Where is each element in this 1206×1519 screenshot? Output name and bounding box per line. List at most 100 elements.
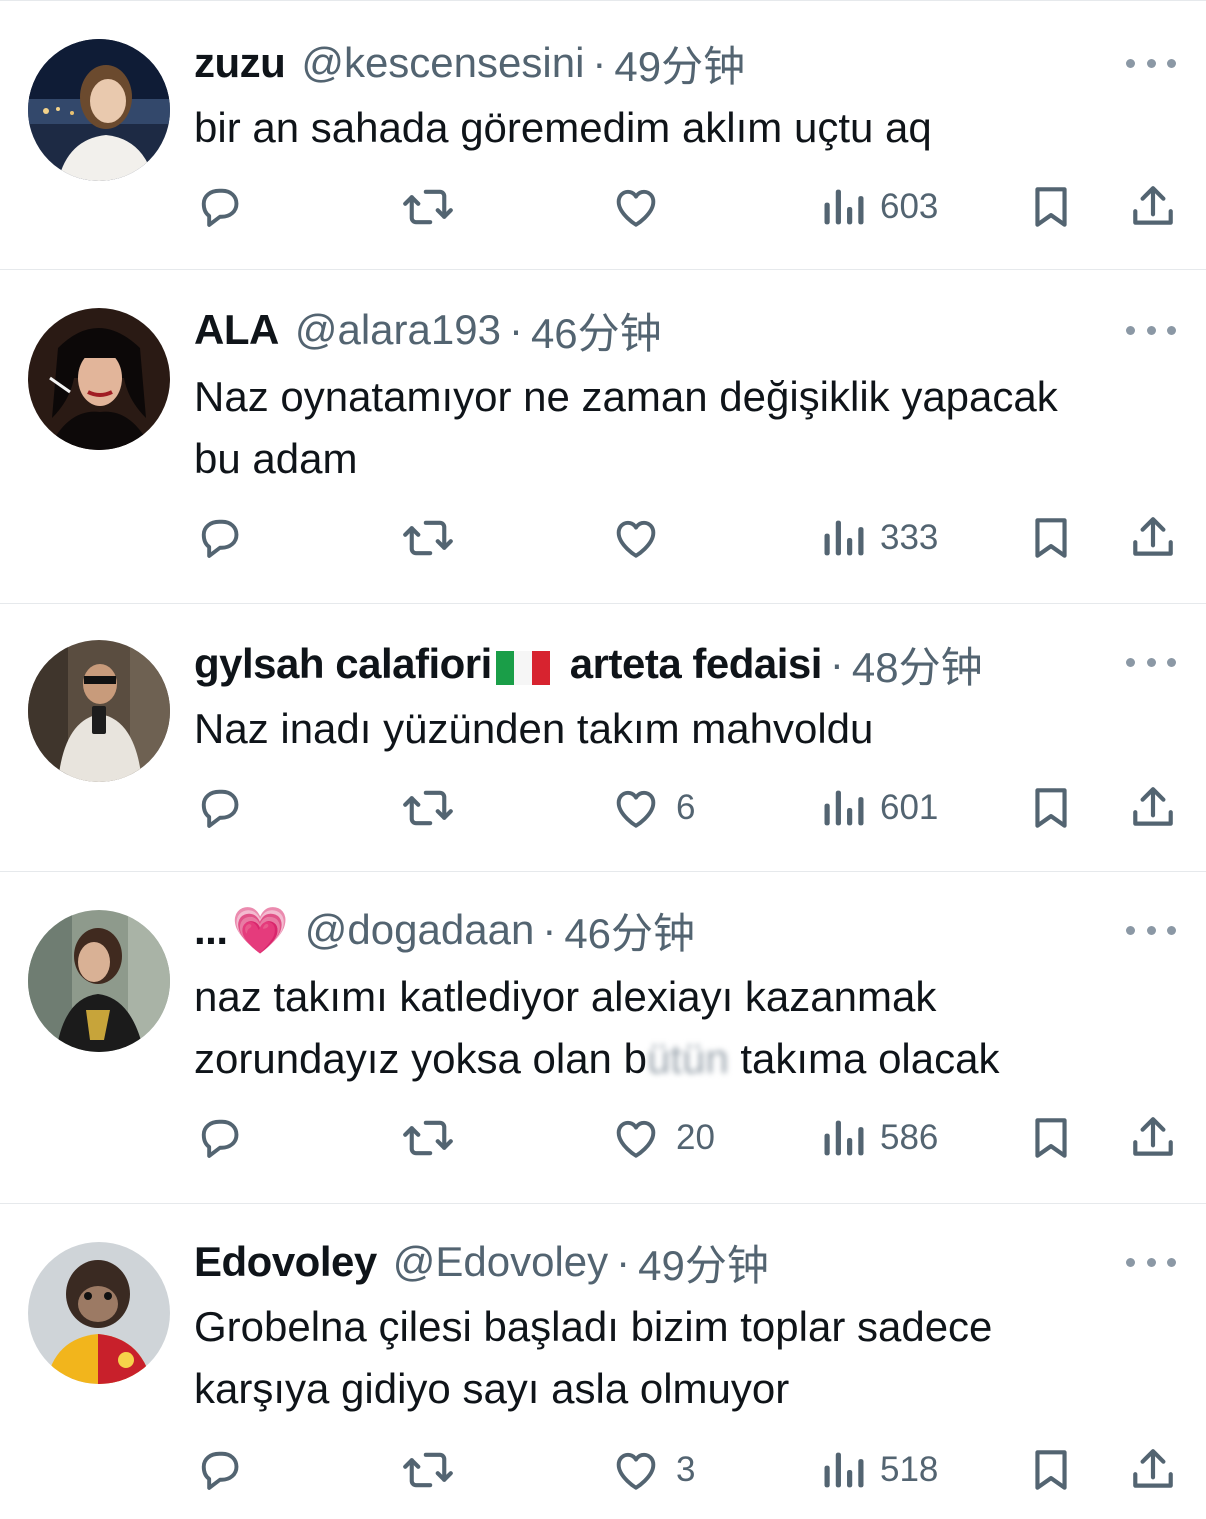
user-handle[interactable]: @alara193 xyxy=(295,306,501,354)
more-options-icon[interactable] xyxy=(1126,920,1176,940)
display-name[interactable]: ... xyxy=(194,906,228,954)
retweet-icon xyxy=(403,520,453,556)
share-icon xyxy=(1133,1449,1173,1488)
share-button[interactable] xyxy=(1128,1442,1178,1498)
more-options-icon[interactable] xyxy=(1126,1252,1176,1272)
tweet-text-line: zorundayız yoksa olan bütün takıma olaca… xyxy=(194,1028,1180,1090)
separator-dot: · xyxy=(592,39,607,86)
action-bar: 3 518 xyxy=(194,1442,1184,1498)
like-button[interactable]: 3 xyxy=(610,1442,695,1498)
tweet-text: Naz inadı yüzünden takım mahvoldu xyxy=(194,698,1180,760)
avatar[interactable] xyxy=(28,910,170,1052)
tweet-text-line: Naz inadı yüzünden takım mahvoldu xyxy=(194,705,874,752)
share-icon xyxy=(1133,787,1173,826)
timestamp[interactable]: 49分钟 xyxy=(638,1232,769,1293)
timestamp[interactable]: 46分钟 xyxy=(564,900,695,961)
more-options-icon[interactable] xyxy=(1126,320,1176,340)
tweet-header: Edovoley @Edovoley · 49分钟 xyxy=(194,1234,769,1290)
heart-icon xyxy=(616,1452,656,1490)
views-bar-chart-icon xyxy=(824,1452,864,1488)
bookmark-icon xyxy=(1035,518,1067,558)
retweet-button[interactable] xyxy=(400,1110,456,1166)
retweet-button[interactable] xyxy=(400,510,456,566)
more-options-icon[interactable] xyxy=(1126,652,1176,672)
tweet[interactable]: zuzu @kescensesini · 49分钟 bir an sahada … xyxy=(0,0,1206,270)
separator-dot: · xyxy=(508,306,523,353)
retweet-icon xyxy=(403,1452,453,1488)
tweet-text-line: Naz oynatamıyor ne zaman değişiklik yapa… xyxy=(194,373,1058,420)
user-handle[interactable]: @dogadaan xyxy=(305,906,535,954)
timestamp[interactable]: 49分钟 xyxy=(614,33,745,94)
avatar[interactable] xyxy=(28,640,170,782)
display-name-suffix[interactable]: arteta fedaisi xyxy=(570,640,823,688)
user-handle[interactable]: @kescensesini xyxy=(301,39,584,87)
tweet[interactable]: gylsah calafiori arteta fedaisi · 48分钟 N… xyxy=(0,604,1206,872)
italy-flag-icon xyxy=(495,647,550,685)
share-button[interactable] xyxy=(1128,510,1178,566)
view-count: 333 xyxy=(880,518,939,557)
tweet[interactable]: ... 💗 @dogadaan · 46分钟 naz takımı katled… xyxy=(0,872,1206,1204)
views-button[interactable]: 601 xyxy=(822,780,938,836)
reply-button[interactable] xyxy=(194,510,246,566)
like-count: 6 xyxy=(676,788,696,827)
reply-button[interactable] xyxy=(194,1442,246,1498)
tweet-text: Grobelna çilesi başladı bizim toplar sad… xyxy=(194,1296,1180,1420)
tweet-text: bir an sahada göremedim aklım uçtu aq xyxy=(194,97,1180,159)
views-button[interactable]: 333 xyxy=(822,510,938,566)
avatar[interactable] xyxy=(28,39,170,181)
view-count: 603 xyxy=(880,187,939,226)
bookmark-button[interactable] xyxy=(1026,1110,1076,1166)
bookmark-button[interactable] xyxy=(1026,179,1076,235)
like-button[interactable] xyxy=(610,179,676,235)
share-button[interactable] xyxy=(1128,780,1178,836)
user-handle[interactable]: @Edovoley xyxy=(393,1238,608,1286)
views-button[interactable]: 586 xyxy=(822,1110,938,1166)
bookmark-button[interactable] xyxy=(1026,780,1076,836)
retweet-button[interactable] xyxy=(400,780,456,836)
tweet-header: ALA @alara193 · 46分钟 xyxy=(194,302,662,358)
retweet-button[interactable] xyxy=(400,179,456,235)
censored-text: ütün xyxy=(646,1035,729,1082)
view-count: 518 xyxy=(880,1450,939,1489)
timestamp[interactable]: 46分钟 xyxy=(531,300,662,361)
tweet-text-line: Grobelna çilesi başladı bizim toplar sad… xyxy=(194,1303,993,1350)
tweet-text: Naz oynatamıyor ne zaman değişiklik yapa… xyxy=(194,366,1180,490)
display-name[interactable]: gylsah calafiori xyxy=(194,640,492,688)
reply-icon xyxy=(201,1119,239,1158)
views-button[interactable]: 603 xyxy=(822,179,938,235)
share-icon xyxy=(1133,517,1173,556)
heart-icon xyxy=(616,189,656,227)
display-name[interactable]: ALA xyxy=(194,306,279,354)
view-count: 601 xyxy=(880,788,939,827)
tweet-header: ... 💗 @dogadaan · 46分钟 xyxy=(194,902,695,958)
like-button[interactable] xyxy=(610,510,676,566)
reply-button[interactable] xyxy=(194,179,246,235)
tweet[interactable]: ALA @alara193 · 46分钟 Naz oynatamıyor ne … xyxy=(0,270,1206,604)
avatar[interactable] xyxy=(28,1242,170,1384)
heart-icon xyxy=(616,1120,656,1158)
views-button[interactable]: 518 xyxy=(822,1442,938,1498)
avatar[interactable] xyxy=(28,308,170,450)
share-button[interactable] xyxy=(1128,1110,1178,1166)
tweet-text-line: bir an sahada göremedim aklım uçtu aq xyxy=(194,104,932,151)
like-button[interactable]: 20 xyxy=(610,1110,715,1166)
tweet-text-line: bu adam xyxy=(194,435,358,482)
reply-button[interactable] xyxy=(194,780,246,836)
reply-icon xyxy=(201,1451,239,1490)
timestamp[interactable]: 48分钟 xyxy=(852,634,983,695)
tweet-text-line: naz takımı katlediyor alexiayı kazanmak xyxy=(194,973,937,1020)
reply-button[interactable] xyxy=(194,1110,246,1166)
retweet-button[interactable] xyxy=(400,1442,456,1498)
bookmark-button[interactable] xyxy=(1026,1442,1076,1498)
heart-icon xyxy=(616,790,656,828)
share-icon xyxy=(1133,186,1173,225)
reply-icon xyxy=(201,789,239,828)
share-button[interactable] xyxy=(1128,179,1178,235)
like-button[interactable]: 6 xyxy=(610,780,695,836)
bookmark-button[interactable] xyxy=(1026,510,1076,566)
display-name[interactable]: zuzu xyxy=(194,39,286,87)
display-name[interactable]: Edovoley xyxy=(194,1238,377,1286)
tweet[interactable]: Edovoley @Edovoley · 49分钟 Grobelna çiles… xyxy=(0,1204,1206,1519)
separator-dot: · xyxy=(542,906,557,953)
more-options-icon[interactable] xyxy=(1126,53,1176,73)
